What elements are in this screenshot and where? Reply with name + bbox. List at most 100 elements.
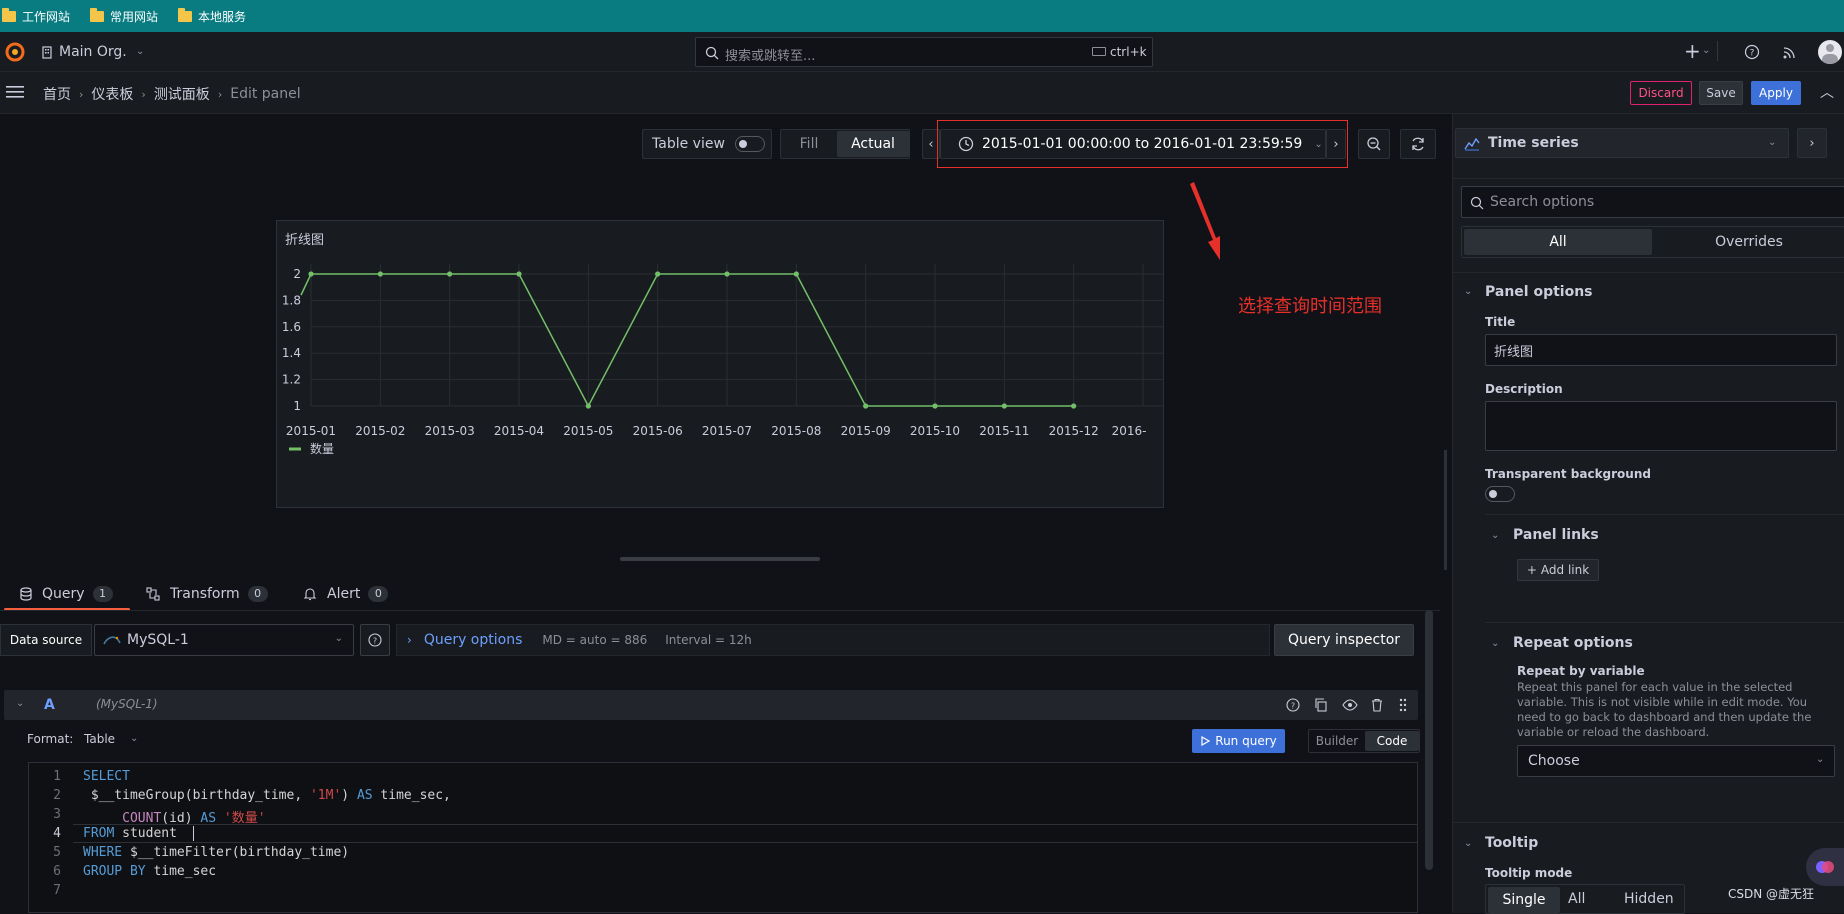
highlight-box: [937, 120, 1348, 168]
query-datasource: (MySQL-1): [96, 697, 158, 711]
description-textarea[interactable]: [1485, 401, 1837, 451]
panel-options-heading[interactable]: Panel options: [1485, 284, 1593, 300]
fill-option[interactable]: Fill: [781, 136, 837, 152]
apply-button[interactable]: Apply: [1751, 81, 1801, 105]
table-view-toggle[interactable]: Table view: [642, 129, 772, 159]
repeat-variable-select[interactable]: Choose ⌄: [1517, 745, 1835, 777]
actual-option[interactable]: Actual: [837, 131, 909, 157]
query-inspector-button[interactable]: Query inspector: [1274, 624, 1414, 656]
query-letter[interactable]: A: [44, 697, 55, 713]
tab-transform[interactable]: Transform 0: [146, 578, 268, 610]
drag-handle-icon[interactable]: [1398, 698, 1408, 712]
code-editor[interactable]: 1 SELECT 2 $__timeGroup(birthday_time, '1M…: [28, 762, 1418, 913]
code-line[interactable]: WHERE $__timeFilter(birthday_time): [83, 845, 349, 860]
mode-all[interactable]: All: [1568, 891, 1585, 907]
search-options-input[interactable]: Search options: [1461, 186, 1844, 218]
menu-icon[interactable]: [6, 85, 24, 99]
assistant-button[interactable]: [1806, 848, 1844, 886]
tab-query[interactable]: Query 1: [20, 578, 113, 610]
scrollbar[interactable]: [1425, 610, 1433, 870]
copy-icon[interactable]: [1314, 698, 1328, 712]
code-option[interactable]: Code: [1365, 731, 1419, 751]
chevron-down-icon[interactable]: ⌄: [1491, 530, 1499, 541]
format-select[interactable]: Table: [84, 732, 115, 746]
chevron-down-icon[interactable]: ⌄: [1464, 286, 1472, 297]
breadcrumb-item[interactable]: 测试面板: [154, 84, 210, 104]
data-point: [585, 403, 591, 409]
builder-option[interactable]: Builder: [1309, 734, 1365, 748]
bookmark-item[interactable]: 本地服务: [178, 7, 246, 25]
visualization-picker[interactable]: Time series ⌄: [1455, 128, 1789, 158]
title-input[interactable]: 折线图: [1485, 334, 1837, 366]
save-button[interactable]: Save: [1699, 81, 1743, 105]
top-navigation: Main Org. ⌄ 搜索或跳转至... ctrl+k + ⌄ ?: [0, 32, 1844, 72]
discard-button[interactable]: Discard: [1630, 81, 1692, 105]
chevron-down-icon[interactable]: ⌄: [16, 698, 24, 709]
code-token: ): [341, 788, 357, 803]
breadcrumb-item[interactable]: 仪表板: [91, 84, 133, 104]
code-line[interactable]: $__timeGroup(birthday_time, '1M') AS tim…: [83, 788, 451, 803]
refresh-icon: [1412, 137, 1424, 151]
query-options-toggle[interactable]: Query options: [424, 632, 523, 648]
mode-single[interactable]: Single: [1488, 887, 1560, 913]
avatar[interactable]: [1818, 40, 1842, 64]
query-options-bar[interactable]: › Query options MD = auto = 886 Interval…: [396, 624, 1270, 656]
chevron-down-icon: ⌄: [1702, 45, 1711, 56]
eye-icon[interactable]: [1342, 698, 1358, 712]
tooltip-heading[interactable]: Tooltip: [1485, 835, 1538, 851]
x-tick-label: 2015-03: [425, 424, 475, 438]
datasource-help-button[interactable]: ?: [360, 624, 390, 656]
chevron-right-icon: ›: [217, 87, 223, 101]
visualization-panel[interactable]: 折线图 2 1.8 1.6 1.4 1.2 1 2015-01 2015-02 2015-03 2…: [276, 220, 1164, 508]
x-tick-label: 2015-05: [563, 424, 613, 438]
repeat-options-heading[interactable]: Repeat options: [1513, 635, 1633, 651]
toggle-switch[interactable]: [734, 136, 765, 152]
refresh-button[interactable]: [1400, 129, 1436, 159]
code-token: student: [114, 826, 193, 841]
breadcrumb-bar: 首页 › 仪表板 › 测试面板 › Edit panel Discard Sav…: [0, 72, 1844, 114]
plus-icon[interactable]: +: [1684, 39, 1701, 63]
search-input[interactable]: 搜索或跳转至... ctrl+k: [695, 37, 1153, 67]
scrollbar[interactable]: [1444, 450, 1447, 570]
tab-all[interactable]: All: [1464, 229, 1652, 255]
current-line-highlight: [73, 824, 1417, 843]
query-row-header[interactable]: ⌄ A (MySQL-1) ?: [4, 690, 1418, 720]
pane-resize-handle[interactable]: [620, 557, 820, 561]
collapse-options-button[interactable]: ›: [1797, 128, 1827, 158]
tab-overrides[interactable]: Overrides: [1656, 229, 1842, 255]
org-switcher[interactable]: Main Org.: [59, 44, 127, 60]
add-link-button[interactable]: + Add link: [1517, 559, 1599, 581]
divider: [1453, 178, 1844, 179]
line-number: 4: [53, 826, 61, 841]
line-number: 1: [53, 769, 61, 784]
x-tick-label: 2015-11: [979, 424, 1029, 438]
zoom-out-button[interactable]: [1358, 129, 1390, 159]
bookmark-item[interactable]: 工作网站: [2, 7, 70, 25]
chevron-down-icon[interactable]: ⌄: [1464, 838, 1472, 849]
breadcrumb-item[interactable]: 首页: [43, 84, 71, 104]
bookmark-item[interactable]: 常用网站: [90, 7, 158, 25]
x-tick-label: 2015-02: [355, 424, 405, 438]
data-point: [516, 271, 522, 277]
panel-links-heading[interactable]: Panel links: [1513, 527, 1599, 543]
chevron-down-icon[interactable]: ⌄: [1491, 638, 1499, 649]
chevron-up-icon[interactable]: ︿: [1820, 82, 1834, 102]
tab-alert[interactable]: Alert 0: [303, 578, 389, 610]
code-line[interactable]: SELECT: [83, 769, 130, 784]
datasource-picker[interactable]: MySQL-1 ⌄: [94, 624, 354, 656]
data-point: [655, 271, 661, 277]
rss-icon[interactable]: [1782, 44, 1798, 60]
play-icon: [1201, 736, 1211, 746]
run-query-button[interactable]: Run query: [1192, 729, 1285, 753]
help-icon[interactable]: ?: [1744, 44, 1760, 60]
code-line[interactable]: FROM student: [83, 826, 194, 841]
options-pane: Time series ⌄ › Search options All Overr…: [1452, 114, 1844, 914]
help-icon[interactable]: ?: [1286, 698, 1300, 712]
transparent-toggle[interactable]: [1485, 486, 1515, 502]
grafana-logo-icon[interactable]: [4, 41, 26, 63]
mode-hidden[interactable]: Hidden: [1624, 891, 1674, 907]
divider: [1485, 622, 1844, 623]
chevron-right-icon: ›: [79, 87, 84, 101]
code-line[interactable]: GROUP BY time_sec: [83, 864, 216, 879]
trash-icon[interactable]: [1370, 698, 1384, 712]
